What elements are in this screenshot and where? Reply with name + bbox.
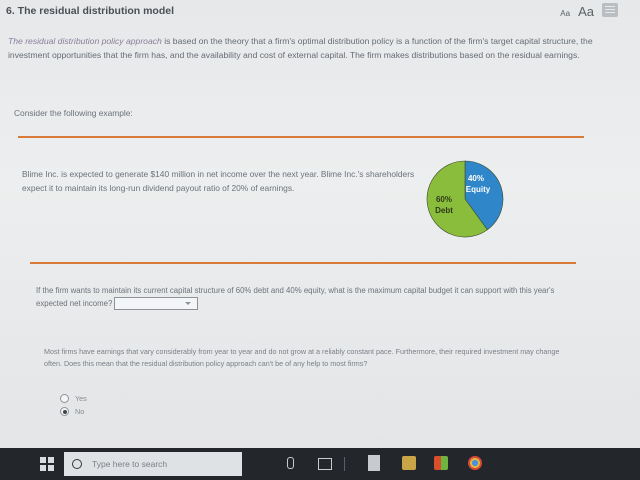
capital-structure-pie-chart: 40% Equity 60% Debt: [426, 160, 504, 238]
option-no-label: No: [75, 407, 85, 416]
font-small-button[interactable]: Aa: [560, 9, 570, 18]
file-explorer-icon[interactable]: [402, 456, 416, 470]
calculator-icon[interactable]: [368, 455, 380, 471]
pie-label-equity: Equity: [466, 185, 491, 194]
divider-bottom: [30, 262, 576, 264]
pie-label-equity-value: 40%: [468, 174, 484, 183]
taskbar: Type here to search: [0, 448, 640, 480]
store-icon[interactable]: [434, 456, 448, 470]
task-view-icon[interactable]: [318, 458, 332, 470]
option-yes-label: Yes: [75, 394, 87, 403]
windows-start-icon[interactable]: [40, 457, 54, 471]
taskbar-search-placeholder: Type here to search: [92, 459, 168, 469]
print-icon[interactable]: [602, 3, 618, 17]
intro-italic-term: The residual distribution policy approac…: [8, 36, 162, 46]
option-no[interactable]: No: [60, 405, 87, 418]
cortana-icon: [72, 459, 82, 469]
page-title: 6. The residual distribution model: [6, 5, 175, 17]
taskbar-separator: [344, 457, 345, 471]
font-size-controls: Aa Aa: [560, 4, 594, 19]
radio-no[interactable]: [60, 407, 69, 416]
pie-label-debt-value: 60%: [436, 195, 452, 204]
taskbar-search-input[interactable]: Type here to search: [64, 452, 242, 476]
pie-label-debt: Debt: [435, 206, 453, 215]
residual-policy-question: Most firms have earnings that vary consi…: [44, 347, 560, 368]
capital-budget-dropdown[interactable]: [114, 297, 199, 311]
screen: 6. The residual distribution model Aa Aa…: [0, 0, 640, 448]
residual-policy-options: Yes No: [60, 392, 87, 418]
radio-yes[interactable]: [60, 394, 69, 403]
capital-budget-question: If the firm wants to maintain its curren…: [36, 284, 576, 311]
example-text: Blime Inc. is expected to generate $140 …: [22, 169, 415, 193]
consider-label: Consider the following example:: [14, 108, 133, 118]
divider-top: [18, 136, 584, 138]
intro-paragraph: The residual distribution policy approac…: [8, 34, 598, 62]
chrome-icon[interactable]: [468, 456, 482, 470]
microphone-icon[interactable]: [287, 457, 294, 469]
option-yes[interactable]: Yes: [60, 392, 87, 405]
font-large-button[interactable]: Aa: [578, 4, 594, 19]
